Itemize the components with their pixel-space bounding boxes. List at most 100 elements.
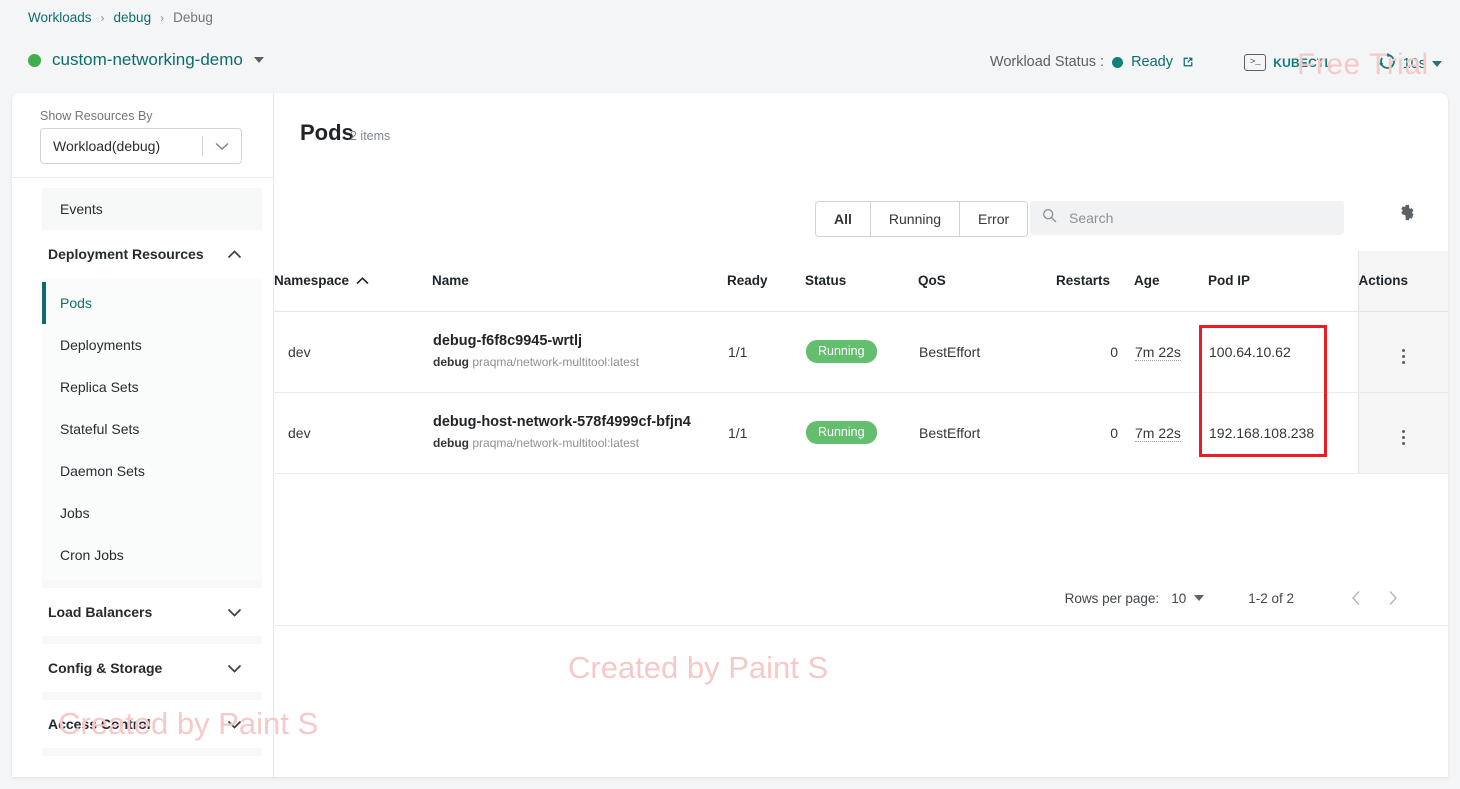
container-name: debug: [433, 436, 469, 451]
sidebar-item-label: Replica Sets: [60, 379, 139, 395]
sidebar-group-strip: [42, 692, 262, 700]
content-panel: Pods 2 items All Running Error Search Na…: [274, 93, 1448, 777]
sidebar-item-label: Daemon Sets: [60, 463, 145, 479]
chevron-down-icon: [227, 604, 242, 620]
top-bar: Workloads › debug › Debug custom-network…: [0, 0, 1460, 93]
rows-per-page-select[interactable]: 10: [1171, 590, 1205, 606]
rows-per-page-value: 10: [1171, 590, 1187, 606]
sidebar-item-label: Jobs: [60, 505, 90, 521]
table-header: Namespace Name Ready Status QoS Restarts…: [274, 251, 1448, 312]
pods-table-container: Namespace Name Ready Status QoS Restarts…: [274, 251, 1448, 474]
breadcrumb-separator-icon: ›: [160, 11, 165, 25]
row-actions-menu-icon[interactable]: [1401, 429, 1405, 445]
kubectl-button[interactable]: >_ KUBECTL: [1244, 54, 1332, 71]
container-image: praqma/network-multitool:latest: [472, 436, 640, 451]
search-input[interactable]: [1067, 209, 1332, 227]
filter-button-all[interactable]: All: [816, 202, 871, 236]
sidebar-item-replica-sets[interactable]: Replica Sets: [42, 366, 262, 408]
table-row[interactable]: dev debug-f6f8c9945-wrtlj debug praqma/n…: [274, 311, 1448, 393]
sidebar-group-access-control[interactable]: Access Control: [42, 700, 262, 748]
cell-namespace: dev: [274, 311, 432, 393]
pod-container-info: debug praqma/network-multitool:latest: [433, 353, 726, 371]
scope-select[interactable]: Workload(debug): [40, 128, 242, 164]
refresh-interval-selector[interactable]: 10s: [1378, 52, 1442, 75]
sidebar-divider: [12, 177, 274, 178]
cell-namespace: dev: [274, 392, 432, 474]
column-label: Namespace: [274, 273, 350, 289]
sidebar-item-label-events: Events: [60, 201, 103, 217]
table-row[interactable]: dev debug-host-network-578f4999cf-bfjn4 …: [274, 392, 1448, 474]
cell-actions: [1357, 392, 1448, 474]
settings-gear-button[interactable]: [1392, 201, 1420, 229]
sidebar-item-label: Pods: [60, 295, 92, 311]
next-page-button[interactable]: [1374, 580, 1410, 616]
chevron-down-icon: [1194, 595, 1205, 601]
breadcrumb-item-debug[interactable]: debug: [114, 8, 152, 28]
cell-qos: BestEffort: [918, 311, 1056, 393]
chevron-up-icon: [227, 246, 242, 262]
chevron-down-icon: [253, 57, 264, 63]
refresh-interval-value: 10s: [1402, 55, 1426, 72]
column-header-qos[interactable]: QoS: [918, 251, 1056, 312]
sidebar-group-label: Access Control: [48, 716, 151, 732]
column-header-restarts[interactable]: Restarts: [1056, 251, 1134, 312]
workload-status-value: Ready: [1131, 54, 1173, 70]
refresh-icon[interactable]: [1378, 52, 1397, 75]
rows-per-page-label: Rows per page:: [1064, 590, 1160, 606]
pod-name-link[interactable]: debug-host-network-578f4999cf-bfjn4: [433, 413, 726, 432]
status-filter-group: All Running Error: [815, 201, 1029, 237]
previous-page-button[interactable]: [1338, 580, 1374, 616]
breadcrumb-item-workloads[interactable]: Workloads: [28, 8, 92, 28]
cell-age: 7m 22s: [1134, 392, 1208, 474]
column-header-age[interactable]: Age: [1134, 251, 1208, 312]
sidebar-group-config-storage[interactable]: Config & Storage: [42, 644, 262, 692]
show-resources-by-label: Show Resources By: [40, 109, 153, 123]
sidebar-item-events[interactable]: Events: [42, 188, 262, 230]
kubectl-label: KUBECTL: [1273, 55, 1332, 70]
sidebar-item-daemon-sets[interactable]: Daemon Sets: [42, 450, 262, 492]
filter-button-error[interactable]: Error: [960, 202, 1028, 236]
chevron-down-icon[interactable]: [203, 142, 241, 151]
cell-restarts: 0: [1056, 311, 1134, 393]
column-header-status[interactable]: Status: [805, 251, 918, 312]
status-badge: Running: [806, 420, 877, 445]
cell-name: debug-host-network-578f4999cf-bfjn4 debu…: [432, 392, 727, 474]
app-root: Workloads › debug › Debug custom-network…: [0, 0, 1460, 789]
table-body: dev debug-f6f8c9945-wrtlj debug praqma/n…: [274, 311, 1448, 474]
sidebar-item-jobs[interactable]: Jobs: [42, 492, 262, 534]
cell-age: 7m 22s: [1134, 311, 1208, 393]
cell-status: Running: [805, 311, 918, 393]
search-box[interactable]: [1030, 201, 1344, 235]
sidebar-item-pods[interactable]: Pods: [42, 282, 262, 324]
pod-name-link[interactable]: debug-f6f8c9945-wrtlj: [433, 332, 726, 351]
cell-ready: 1/1: [727, 392, 805, 474]
table-header-row: Namespace Name Ready Status QoS Restarts…: [274, 251, 1448, 312]
column-header-pod-ip[interactable]: Pod IP: [1208, 251, 1358, 312]
workload-selector[interactable]: custom-networking-demo: [28, 50, 264, 70]
sidebar-group-label: Config & Storage: [48, 660, 163, 676]
cell-pod-ip: 192.168.108.238: [1208, 392, 1358, 474]
sidebar-group-strip: [42, 580, 262, 588]
main-card: Show Resources By Workload(debug) Events…: [12, 93, 1448, 777]
sidebar-group-strip: [42, 636, 262, 644]
filter-button-running[interactable]: Running: [870, 202, 961, 236]
sidebar-item-deployments[interactable]: Deployments: [42, 324, 262, 366]
sidebar-group-load-balancers[interactable]: Load Balancers: [42, 588, 262, 636]
row-actions-menu-icon[interactable]: [1401, 348, 1405, 364]
chevron-down-icon: [227, 716, 242, 732]
search-icon: [1042, 208, 1057, 228]
column-header-ready[interactable]: Ready: [727, 251, 805, 312]
sidebar-item-label: Stateful Sets: [60, 421, 140, 437]
external-link-icon[interactable]: [1181, 55, 1195, 69]
workload-status: Workload Status : Ready: [990, 54, 1195, 70]
column-header-name[interactable]: Name: [432, 251, 727, 312]
sidebar-item-cron-jobs[interactable]: Cron Jobs: [42, 534, 262, 576]
sidebar-item-stateful-sets[interactable]: Stateful Sets: [42, 408, 262, 450]
workload-status-label: Workload Status :: [989, 54, 1105, 70]
sidebar-subnav-deployment-resources: Pods Deployments Replica Sets Stateful S…: [42, 278, 262, 580]
sidebar-item-label: Cron Jobs: [60, 547, 124, 563]
sidebar-group-deployment-resources[interactable]: Deployment Resources: [42, 230, 262, 278]
gear-icon: [1397, 203, 1416, 227]
column-header-namespace[interactable]: Namespace: [274, 251, 432, 312]
pagination-range: 1-2 of 2: [1248, 590, 1294, 606]
